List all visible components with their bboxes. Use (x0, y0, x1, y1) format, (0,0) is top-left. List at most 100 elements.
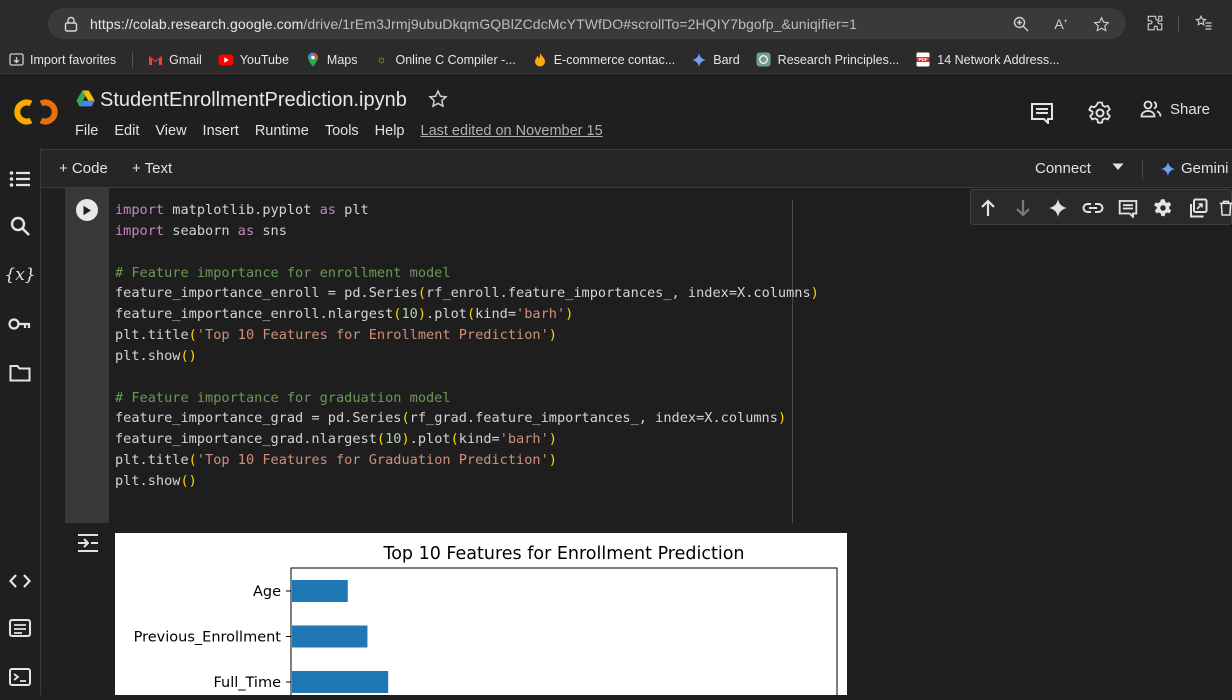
code-line[interactable]: feature_importance_grad.nlargest(10).plo… (115, 429, 819, 450)
code-line[interactable]: feature_importance_grad = pd.Series(rf_g… (115, 408, 819, 429)
menu-edit[interactable]: Edit (114, 123, 139, 139)
cell-settings-gear-icon[interactable] (1151, 196, 1175, 220)
search-icon[interactable] (6, 212, 34, 240)
read-aloud-icon[interactable]: Aꜛ (1050, 14, 1072, 34)
bookmark-youtube[interactable]: YouTube (218, 53, 289, 67)
move-cell-up-icon[interactable] (976, 196, 1000, 220)
url-text[interactable]: https://colab.research.google.com/drive/… (90, 16, 990, 32)
favorite-star-icon[interactable] (1090, 14, 1112, 34)
connect-dropdown-chevron-icon[interactable] (1112, 163, 1124, 171)
code-line[interactable] (115, 367, 819, 388)
maps-icon (305, 52, 321, 67)
command-palette-icon[interactable] (6, 614, 34, 642)
import-icon (8, 53, 24, 67)
browser-toolbar: https://colab.research.google.com/drive/… (0, 0, 1232, 46)
menu-help[interactable]: Help (375, 123, 405, 139)
files-folder-icon[interactable] (6, 359, 34, 387)
share-button[interactable]: Share (1140, 100, 1210, 118)
menu-file[interactable]: File (75, 123, 98, 139)
comment-icon[interactable] (1116, 196, 1140, 220)
table-of-contents-icon[interactable] (6, 165, 34, 193)
bookmark-label: E-commerce contac... (553, 52, 676, 67)
variables-icon[interactable]: {x} (4, 261, 35, 289)
bar-previous-enrollment (292, 625, 368, 648)
bookmark-separator (132, 51, 134, 68)
menu-view[interactable]: View (155, 123, 186, 139)
code-cell-content[interactable]: import matplotlib.pyplot as plt import se… (115, 200, 819, 492)
bookmark-label: Gmail (169, 52, 202, 67)
share-people-icon (1140, 100, 1162, 118)
code-line[interactable]: feature_importance_enroll.nlargest(10).p… (115, 304, 819, 325)
terminal-icon[interactable] (6, 663, 34, 691)
code-line[interactable]: plt.show() (115, 471, 819, 492)
code-line[interactable] (115, 242, 819, 263)
favorites-bar-icon[interactable] (1192, 12, 1216, 34)
code-line[interactable]: # Feature importance for graduation mode… (115, 388, 819, 409)
settings-gear-icon[interactable] (1086, 100, 1114, 126)
bookmark-label: Bard (713, 52, 740, 67)
bookmark-network-address[interactable]: PDF 14 Network Address... (915, 52, 1060, 67)
y-tick-label: Age (253, 584, 281, 600)
connect-button[interactable]: Connect (1035, 160, 1091, 177)
bard-icon (691, 52, 707, 67)
move-cell-down-icon[interactable] (1011, 196, 1035, 220)
share-label: Share (1170, 100, 1211, 118)
code-line[interactable]: import matplotlib.pyplot as plt (115, 200, 819, 221)
delete-cell-icon[interactable] (1219, 196, 1232, 220)
extensions-icon[interactable] (1143, 12, 1167, 34)
cell-toolbar (970, 189, 1232, 225)
gemini-label: Gemini (1181, 160, 1229, 177)
gemini-button[interactable]: Gemini (1161, 160, 1229, 177)
bookmark-import-favorites[interactable]: Import favorites (8, 53, 116, 67)
link-icon[interactable] (1081, 196, 1105, 220)
bookmark-online-c-compiler[interactable]: ☼ Online C Compiler -... (374, 53, 515, 67)
gemini-sparkle-icon (1161, 161, 1175, 176)
code-snippets-icon[interactable] (6, 567, 34, 595)
code-line[interactable]: # Feature importance for enrollment mode… (115, 263, 819, 284)
cell-gutter (65, 188, 109, 523)
chatgpt-icon (756, 52, 772, 67)
bar-full-time (292, 671, 389, 693)
lock-icon[interactable] (56, 16, 86, 32)
bookmark-bard[interactable]: Bard (691, 52, 740, 67)
colab-logo[interactable] (12, 97, 60, 127)
secrets-key-icon[interactable] (6, 310, 34, 338)
notebook-title[interactable]: StudentEnrollmentPrediction.ipynb (100, 89, 407, 112)
mirror-cell-icon[interactable] (1186, 196, 1210, 220)
y-tick-label: Full_Time (213, 675, 281, 691)
play-icon (83, 205, 91, 215)
code-line[interactable]: plt.show() (115, 346, 819, 367)
bookmark-research-principles[interactable]: Research Principles... (756, 52, 899, 67)
bookmark-gmail[interactable]: Gmail (147, 53, 202, 67)
youtube-icon (218, 53, 234, 67)
pdf-icon: PDF (915, 52, 931, 67)
code-line[interactable]: plt.title('Top 10 Features for Graduatio… (115, 450, 819, 471)
code-line[interactable]: feature_importance_enroll = pd.Series(rf… (115, 283, 819, 304)
address-bar[interactable]: https://colab.research.google.com/drive/… (48, 8, 1126, 39)
add-code-button[interactable]: + Code (59, 160, 108, 177)
add-text-button[interactable]: + Text (132, 160, 172, 177)
left-sidebar: {x} (0, 149, 41, 695)
bookmark-ecommerce[interactable]: E-commerce contac... (532, 52, 676, 67)
notebook-toolbar: + Code + Text Connect Gemini (41, 149, 1232, 188)
url-host: https://colab.research.google.com (90, 15, 304, 32)
bookmark-maps[interactable]: Maps (305, 52, 358, 67)
google-drive-icon[interactable] (76, 90, 95, 112)
code-line[interactable]: import seaborn as sns (115, 221, 819, 242)
chart-marks: Age Previous_Enrollment Full_Time (134, 580, 389, 693)
star-icon[interactable] (428, 89, 448, 115)
bookmark-label: 14 Network Address... (937, 52, 1060, 67)
menu-runtime[interactable]: Runtime (255, 123, 309, 139)
menu-tools[interactable]: Tools (325, 123, 359, 139)
zoom-icon[interactable] (1010, 14, 1032, 34)
output-actions-icon[interactable] (76, 533, 100, 553)
toolbar-divider (1142, 159, 1143, 179)
comments-icon[interactable] (1028, 100, 1056, 126)
bookmark-label: YouTube (239, 52, 289, 67)
menu-insert[interactable]: Insert (203, 123, 239, 139)
last-edited-link[interactable]: Last edited on November 15 (421, 123, 603, 139)
y-tick-label: Previous_Enrollment (134, 630, 282, 646)
gemini-sparkle-icon[interactable] (1046, 196, 1070, 220)
code-line[interactable]: plt.title('Top 10 Features for Enrollmen… (115, 325, 819, 346)
run-cell-button[interactable] (76, 199, 98, 221)
